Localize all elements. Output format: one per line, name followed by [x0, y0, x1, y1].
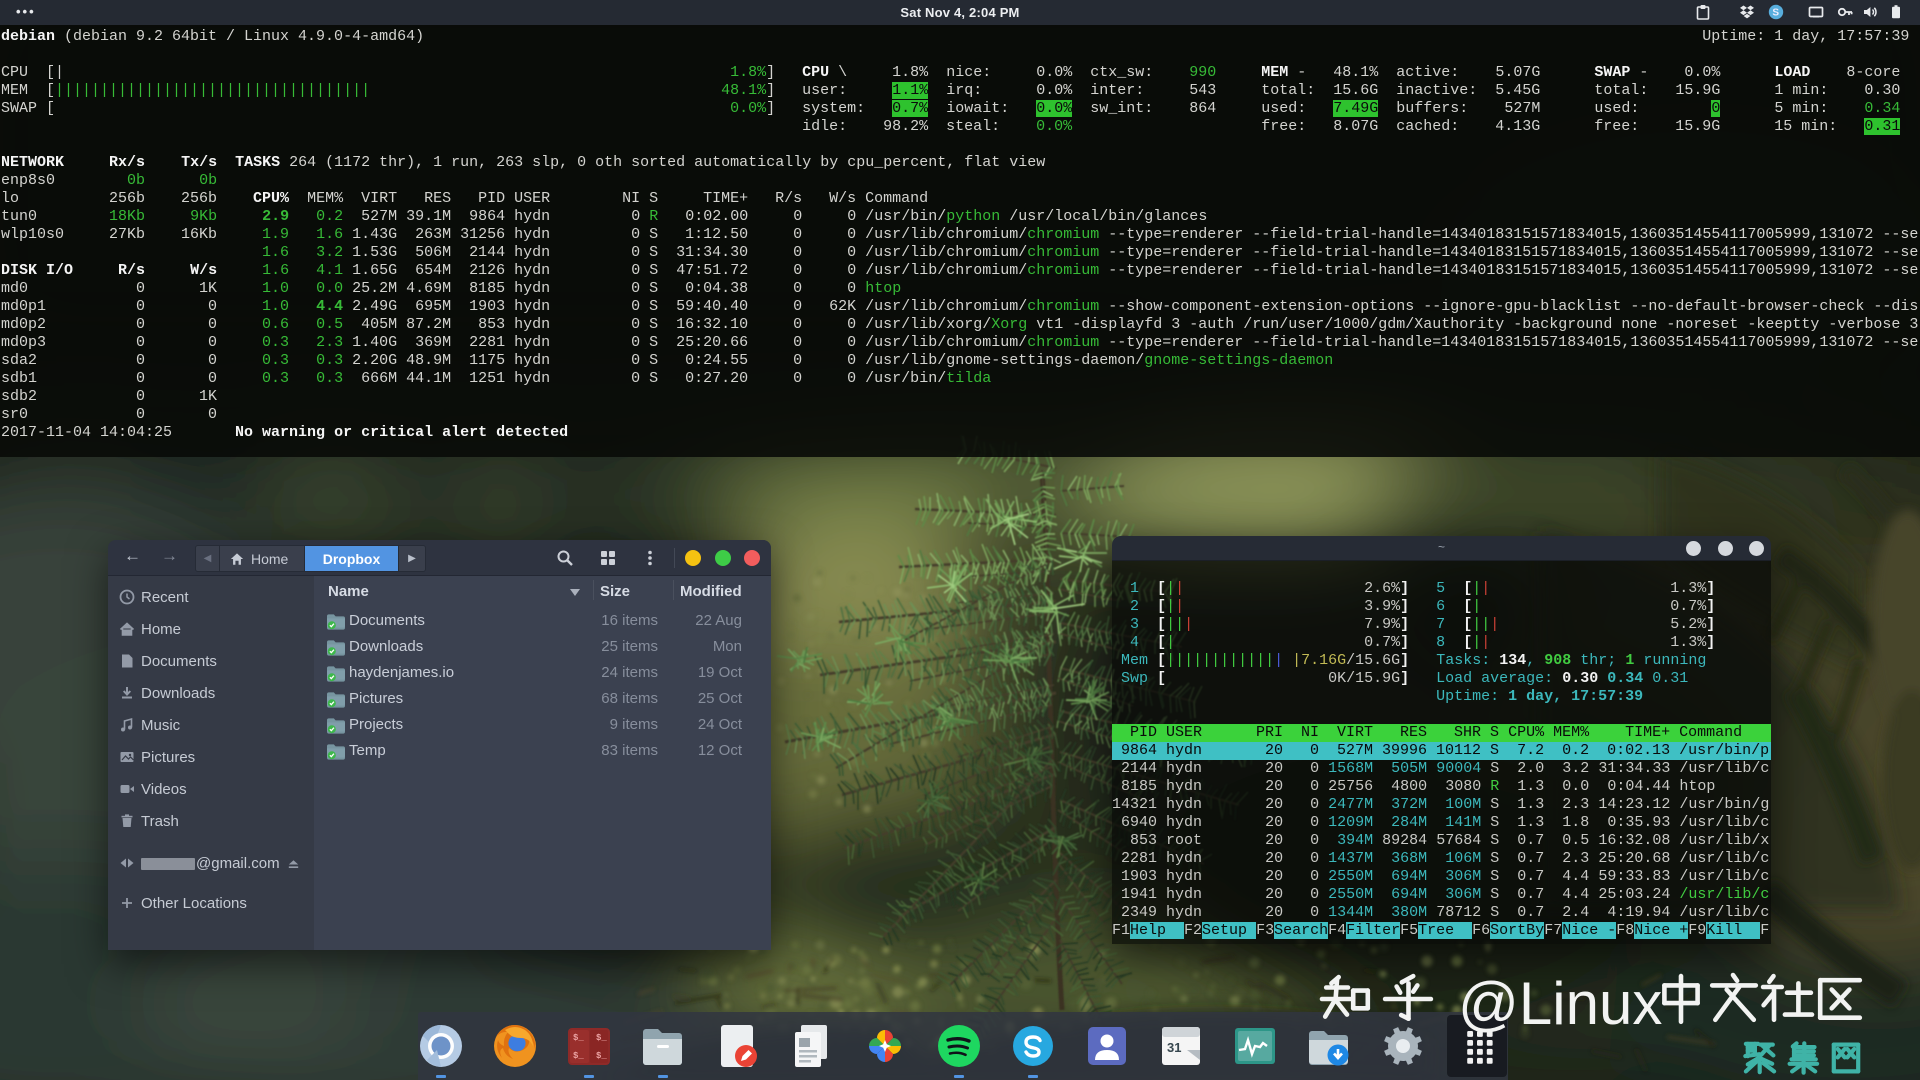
svg-text:@Linux: @Linux [1458, 970, 1662, 1037]
